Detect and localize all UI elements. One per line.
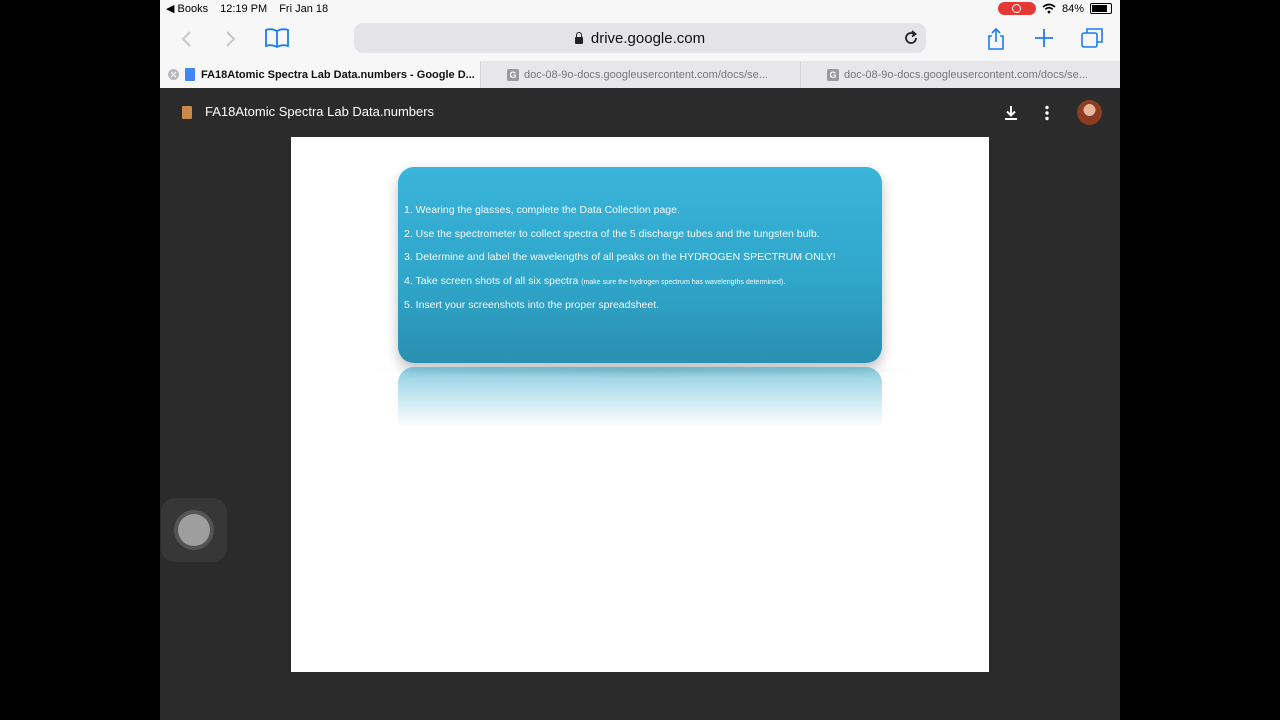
instruction-text: 2. Use the spectrometer to collect spect…: [404, 227, 820, 240]
bookmarks-button[interactable]: [264, 27, 289, 51]
tab-title: FA18Atomic Spectra Lab Data.numbers - Go…: [201, 68, 475, 81]
instructions-card: 1. Wearing the glasses, complete the Dat…: [398, 167, 882, 363]
download-icon[interactable]: [1002, 104, 1020, 122]
instruction-text: 1. Wearing the glasses, complete the Dat…: [404, 204, 680, 216]
g-favicon-icon: G: [827, 68, 839, 81]
status-date: Fri Jan 18: [279, 2, 329, 15]
battery-icon: [1090, 3, 1112, 14]
battery-percent: 84%: [1061, 2, 1084, 15]
tab-title: doc-08-9o-docs.googleusercontent.com/doc…: [844, 68, 1088, 81]
screen-recording-icon[interactable]: [997, 2, 1036, 15]
card-reflection: [398, 367, 882, 427]
share-icon: [988, 27, 1004, 50]
tab-drive-file[interactable]: FA18Atomic Spectra Lab Data.numbers - Go…: [160, 61, 480, 88]
ipad-screen: ◀ Books 12:19 PM Fri Jan 18 84% drive.go…: [160, 0, 1120, 720]
new-tab-button[interactable]: [1033, 27, 1057, 51]
instruction-note: (make sure the hydrogen spectrum has wav…: [581, 278, 784, 286]
instruction-text: 4. Take screen shots of all six spectra: [404, 274, 582, 287]
forward-button[interactable]: [219, 27, 243, 51]
assistive-touch-icon: [178, 514, 210, 546]
drive-viewer-header: FA18Atomic Spectra Lab Data.numbers: [160, 88, 1120, 136]
assistive-touch-button[interactable]: [161, 498, 227, 562]
back-to-app-link[interactable]: ◀ Books: [166, 2, 208, 15]
plus-icon: [1035, 29, 1053, 47]
google-docs-favicon-icon: [185, 68, 195, 81]
browser-toolbar: drive.google.com: [160, 17, 1120, 61]
instruction-end: .: [783, 274, 787, 287]
document-page: 1. Wearing the glasses, complete the Dat…: [291, 137, 989, 672]
instruction-text: 3. Determine and label the wavelengths o…: [404, 251, 836, 263]
more-options-icon[interactable]: [1038, 104, 1056, 122]
instruction-item: 4. Take screen shots of all six spectra …: [404, 274, 836, 288]
back-button[interactable]: [174, 27, 198, 51]
chevron-left-icon: [181, 31, 191, 47]
instruction-item: 5. Insert your screenshots into the prop…: [404, 300, 836, 311]
tab-googleusercontent-1[interactable]: G doc-08-9o-docs.googleusercontent.com/d…: [480, 61, 800, 88]
lock-icon: [574, 31, 583, 44]
book-icon: [265, 28, 289, 49]
chevron-right-icon: [226, 31, 236, 47]
instruction-item: 3. Determine and label the wavelengths o…: [404, 252, 836, 263]
tab-googleusercontent-2[interactable]: G doc-08-9o-docs.googleusercontent.com/d…: [800, 61, 1120, 88]
wifi-icon: [1042, 3, 1056, 14]
file-title: FA18Atomic Spectra Lab Data.numbers: [205, 104, 435, 119]
status-bar: ◀ Books 12:19 PM Fri Jan 18 84%: [160, 0, 1120, 17]
tab-title: doc-08-9o-docs.googleusercontent.com/doc…: [524, 68, 768, 81]
tabs-overview-button[interactable]: [1080, 27, 1104, 51]
instructions-list: 1. Wearing the glasses, complete the Dat…: [404, 205, 836, 324]
url-text: drive.google.com: [590, 29, 706, 47]
account-avatar[interactable]: [1077, 100, 1102, 125]
tabs-icon: [1081, 28, 1103, 48]
instruction-item: 2. Use the spectrometer to collect spect…: [404, 227, 836, 240]
numbers-file-icon: [182, 106, 192, 119]
battery-fill: [1092, 5, 1108, 12]
address-bar[interactable]: drive.google.com: [354, 23, 926, 53]
instruction-item: 1. Wearing the glasses, complete the Dat…: [404, 205, 836, 216]
instruction-text: 5. Insert your screenshots into the prop…: [404, 299, 660, 311]
close-tab-icon[interactable]: [168, 69, 179, 80]
g-favicon-icon: G: [507, 68, 519, 81]
reload-icon[interactable]: [902, 29, 920, 47]
tab-bar: FA18Atomic Spectra Lab Data.numbers - Go…: [160, 61, 1120, 88]
share-button[interactable]: [986, 27, 1010, 51]
status-time: 12:19 PM: [220, 2, 268, 15]
